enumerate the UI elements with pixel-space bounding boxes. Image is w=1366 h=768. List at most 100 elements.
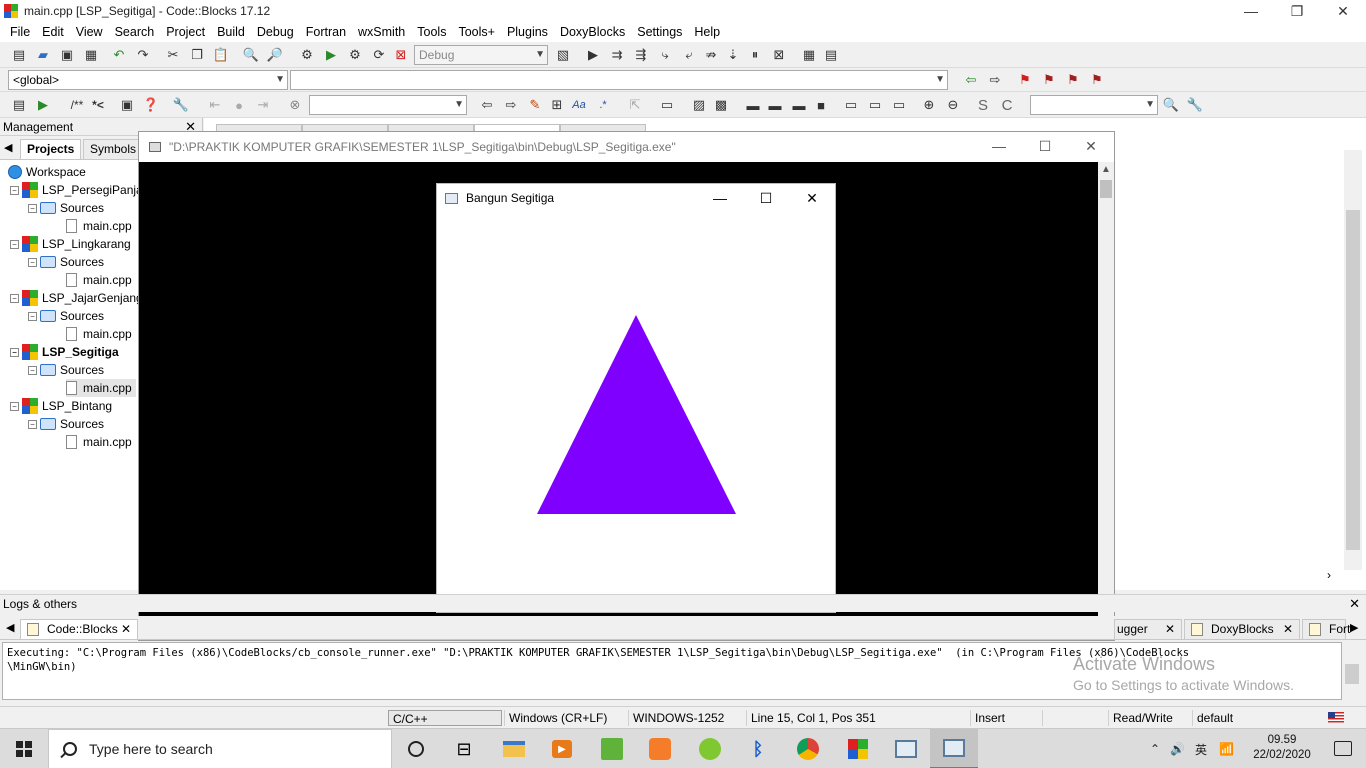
debug-run-icon[interactable]: ▶ — [584, 46, 602, 64]
close-icon[interactable]: ✕ — [1165, 620, 1175, 638]
taskbar-file-explorer[interactable] — [490, 729, 538, 768]
menu-tools[interactable]: Tools — [411, 25, 452, 39]
volume-icon[interactable]: 🔊 — [1170, 742, 1185, 756]
cortana-button[interactable] — [392, 729, 440, 768]
incremental-search-input[interactable]: ▼ — [309, 95, 467, 115]
jump-forward-icon[interactable]: ⇨ — [986, 71, 1004, 89]
taskbar-app-lime[interactable] — [686, 729, 734, 768]
debug-info-icon[interactable]: ▤ — [822, 46, 840, 64]
scroll-thumb[interactable] — [1346, 210, 1360, 550]
glut-maximize-button[interactable]: ☐ — [743, 184, 789, 212]
debug-windows-icon[interactable]: ▦ — [800, 46, 818, 64]
menu-debug[interactable]: Debug — [251, 25, 300, 39]
build-gear-icon[interactable]: ⚙ — [298, 46, 316, 64]
console-minimize-button[interactable]: — — [976, 132, 1022, 160]
abort-icon[interactable]: ⊠ — [392, 46, 410, 64]
collapse-icon[interactable]: − — [28, 257, 37, 267]
next-icon[interactable]: ⇥ — [254, 96, 272, 114]
menu-wxsmith[interactable]: wxSmith — [352, 25, 411, 39]
scroll-right-icon[interactable]: › — [1327, 568, 1341, 582]
highlight-icon[interactable]: ✎ — [526, 96, 544, 114]
menu-settings[interactable]: Settings — [631, 25, 688, 39]
line-comment-button[interactable]: *< — [88, 96, 108, 114]
pause-icon[interactable]: ⏸ — [746, 46, 764, 64]
collapse-icon[interactable]: − — [28, 203, 37, 213]
file-node[interactable]: main.cpp — [66, 433, 132, 451]
notification-icon[interactable] — [1334, 741, 1352, 756]
ime-icon[interactable]: 英 — [1195, 741, 1207, 758]
folder-node[interactable]: − Sources — [28, 307, 104, 325]
stop-debugger-icon[interactable]: ⊠ — [770, 46, 788, 64]
tray-expand-icon[interactable]: ⌃ — [1150, 742, 1160, 756]
next-line-icon[interactable]: ⇶ — [632, 46, 650, 64]
run-to-cursor-icon[interactable]: ⇉ — [608, 46, 626, 64]
glut-minimize-button[interactable]: — — [697, 184, 743, 212]
collapse-icon[interactable]: − — [28, 311, 37, 321]
replace-icon[interactable]: 🔎 — [266, 46, 284, 64]
prev-bookmark-icon[interactable]: ⚑ — [1040, 71, 1058, 89]
minimize-button[interactable]: — — [1228, 0, 1274, 22]
find-icon[interactable]: 🔍 — [242, 46, 260, 64]
collapse-icon[interactable]: − — [10, 347, 19, 357]
menu-view[interactable]: View — [70, 25, 109, 39]
next-bookmark-icon[interactable]: ⚑ — [1064, 71, 1082, 89]
taskbar-clock[interactable]: 09.59 22/02/2020 — [1252, 733, 1312, 763]
box-c-icon[interactable]: ▭ — [890, 96, 908, 114]
project-node[interactable]: − LSP_Bintang — [10, 397, 112, 415]
close-icon[interactable]: ✕ — [121, 620, 131, 638]
menu-tools-plus[interactable]: Tools+ — [452, 25, 500, 39]
file-node-selected[interactable]: main.cpp — [66, 379, 136, 397]
collapse-icon[interactable]: − — [10, 185, 19, 195]
paste-icon[interactable]: 📋 — [212, 46, 230, 64]
frame-icon[interactable]: ▭ — [658, 96, 676, 114]
tab-projects[interactable]: Projects — [20, 139, 82, 159]
clear-bookmarks-icon[interactable]: ⚑ — [1088, 71, 1106, 89]
tab-scroll-left-icon[interactable]: ◀ — [6, 621, 14, 634]
menu-search[interactable]: Search — [109, 25, 161, 39]
regex-button[interactable]: .* — [594, 96, 612, 114]
undo-icon[interactable]: ↶ — [110, 46, 128, 64]
scroll-thumb[interactable] — [1100, 180, 1112, 198]
save-all-icon[interactable]: ▦ — [82, 46, 100, 64]
copy-icon[interactable]: ❐ — [188, 46, 206, 64]
tab-debugger[interactable]: ugger ✕ — [1114, 619, 1182, 639]
panel-c-icon[interactable]: ▬ — [790, 96, 808, 114]
glut-close-button[interactable]: ✕ — [789, 184, 835, 212]
scope-select[interactable]: <global> ▼ — [8, 70, 288, 90]
zoom-in-icon[interactable]: ⊕ — [920, 96, 938, 114]
console-scrollbar[interactable]: ▲ ▼ — [1098, 162, 1114, 640]
project-node[interactable]: − LSP_JajarGenjang — [10, 289, 143, 307]
tab-fortran[interactable]: Fort — [1302, 619, 1350, 639]
menu-fortran[interactable]: Fortran — [300, 25, 352, 39]
s-button[interactable]: S — [974, 96, 992, 114]
workspace-node[interactable]: Workspace — [8, 163, 86, 181]
task-view-button[interactable]: ⊟ — [440, 729, 488, 768]
folder-node[interactable]: − Sources — [28, 361, 104, 379]
c-button[interactable]: C — [998, 96, 1016, 114]
cut-icon[interactable]: ✂ — [164, 46, 182, 64]
taskbar-codeblocks[interactable] — [834, 729, 882, 768]
collapse-icon[interactable]: − — [10, 239, 19, 249]
taskbar-glut-window[interactable] — [930, 729, 978, 768]
box-b-icon[interactable]: ▭ — [866, 96, 884, 114]
panel-b-icon[interactable]: ▬ — [766, 96, 784, 114]
run-chm-icon[interactable]: ❓ — [142, 96, 160, 114]
tab-doxyblocks[interactable]: DoxyBlocks ✕ — [1184, 619, 1300, 639]
editor-vertical-scrollbar[interactable] — [1344, 150, 1362, 570]
project-node-active[interactable]: − LSP_Segitiga — [10, 343, 119, 361]
next-instruction-icon[interactable]: ⇏ — [702, 46, 720, 64]
snippet-select[interactable]: ▼ — [1030, 95, 1158, 115]
network-icon[interactable]: 📶 — [1219, 742, 1234, 756]
new-file-icon[interactable]: ▤ — [10, 46, 28, 64]
build-and-run-icon[interactable]: ⚙ — [346, 46, 364, 64]
tab-symbols[interactable]: Symbols — [83, 139, 144, 159]
project-node[interactable]: − LSP_PersegiPanja — [10, 181, 143, 199]
glut-window[interactable]: Bangun Segitiga — ☐ ✕ — [436, 183, 836, 613]
menu-build[interactable]: Build — [211, 25, 251, 39]
close-icon[interactable]: ✕ — [1283, 620, 1293, 638]
menu-file[interactable]: File — [4, 25, 36, 39]
dot-icon[interactable]: ● — [230, 96, 248, 114]
image-icon[interactable]: ▨ — [690, 96, 708, 114]
jump-back-icon[interactable]: ⇦ — [962, 71, 980, 89]
folder-node[interactable]: − Sources — [28, 199, 104, 217]
